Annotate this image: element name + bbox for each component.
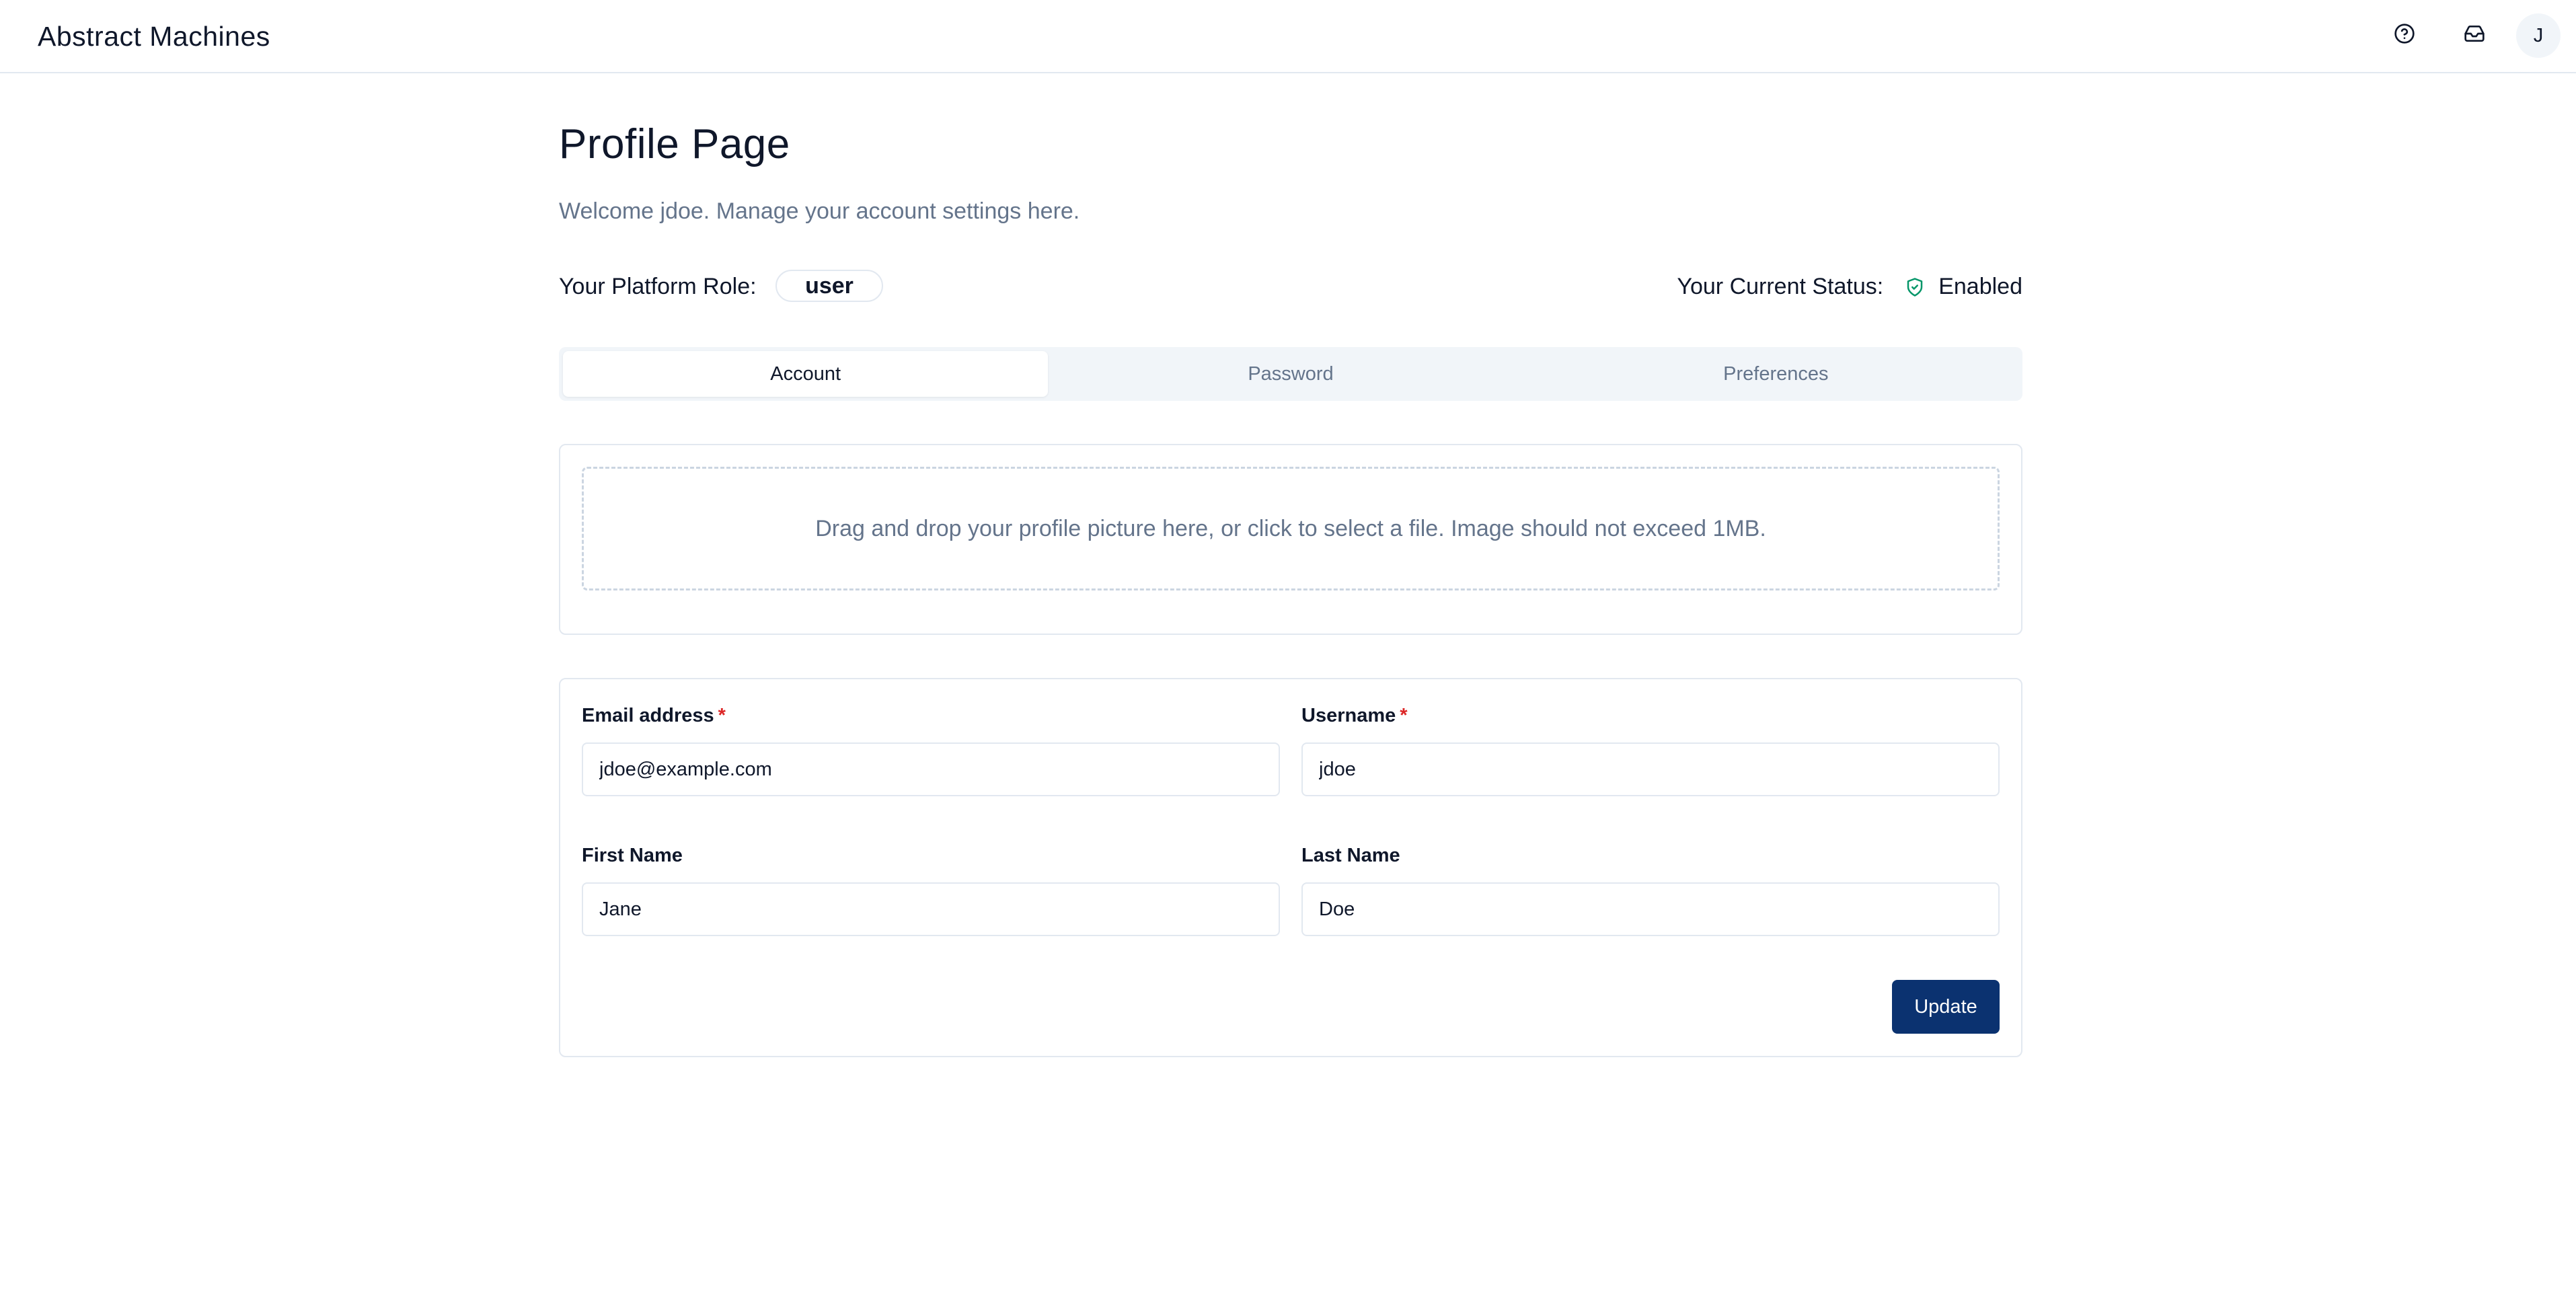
status-indicator: Your Current Status: Enabled [1677,274,2022,300]
email-field[interactable] [582,742,1280,796]
page-subtitle: Welcome jdoe. Manage your account settin… [559,198,1080,224]
status-value: Enabled [1938,274,2022,299]
top-navbar: Abstract Machines J [0,0,2576,73]
app-logo[interactable]: Abstract Machines [38,16,270,56]
email-label: Email address * [582,705,726,727]
help-circle-icon [2394,23,2415,48]
last-name-label: Last Name [1301,845,1400,866]
user-avatar[interactable]: J [2516,13,2561,58]
tab-preferences[interactable]: Preferences [1533,351,2018,397]
tab-password[interactable]: Password [1048,351,1533,397]
logo-text: Abstract Machines [38,20,270,52]
update-button[interactable]: Update [1892,980,2000,1034]
profile-picture-dropzone[interactable]: Drag and drop your profile picture here,… [582,467,2000,590]
tab-account[interactable]: Account [563,351,1049,397]
username-label-text: Username [1301,705,1396,726]
username-required-mark: * [1400,705,1408,726]
avatar-initial: J [2533,24,2544,46]
first-name-field[interactable] [582,882,1280,936]
account-form: Email address* Username* First Name Last… [559,678,2022,1057]
last-name-field[interactable] [1301,882,2000,936]
current-status-label: Your Current Status: [1677,274,1884,299]
inbox-icon [2464,23,2485,48]
settings-tabs: Account Password Preferences [559,347,2022,401]
profile-picture-card: Drag and drop your profile picture here,… [559,444,2022,635]
email-required-mark: * [718,705,726,726]
page-title: Profile Page [559,121,790,167]
username-field[interactable] [1301,742,2000,796]
platform-role-label: Your Platform Role: [559,274,757,299]
username-label: Username * [1301,705,1408,727]
role-status-row: Your Platform Role: user Your Current St… [559,270,2022,303]
inbox-button[interactable] [2453,13,2496,56]
help-button[interactable] [2383,13,2426,56]
email-label-text: Email address [582,705,714,726]
first-name-label: First Name [582,845,683,866]
role-badge: user [775,270,883,302]
shield-check-icon [1905,276,1928,299]
